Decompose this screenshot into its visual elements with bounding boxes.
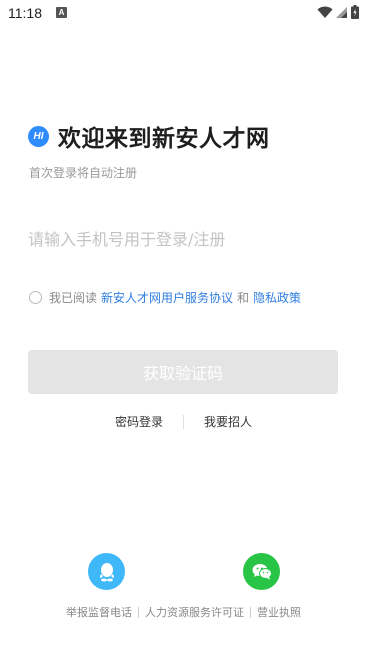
wechat-icon	[252, 564, 272, 580]
subtitle: 首次登录将自动注册	[29, 166, 138, 180]
footer-links: 举报监督电话 人力资源服务许可证 营业执照	[0, 604, 367, 620]
agreement-and: 和	[237, 291, 250, 305]
signal-icon	[336, 6, 347, 18]
battery-icon	[351, 5, 359, 19]
wifi-icon	[317, 6, 333, 18]
user-agreement-link[interactable]: 新安人才网用户服务协议	[101, 289, 233, 306]
page-title: 欢迎来到新安人才网	[58, 126, 270, 152]
app-logo: HI	[28, 125, 49, 147]
password-login-link[interactable]: 密码登录	[115, 413, 163, 430]
agreement-radio[interactable]	[29, 291, 42, 304]
agreement-row: 我已阅读 新安人才网用户服务协议 和 隐私政策	[29, 289, 305, 306]
notification-icon: A	[56, 7, 67, 18]
header: HI 欢迎来到新安人才网	[28, 119, 270, 153]
agreement-prefix: 我已阅读	[49, 291, 98, 305]
divider	[138, 606, 139, 618]
status-bar: 11:18 A	[0, 0, 367, 26]
qq-login-button[interactable]	[88, 553, 125, 590]
alt-login-links: 密码登录 我要招人	[0, 413, 367, 430]
divider	[250, 606, 251, 618]
qq-icon	[99, 562, 114, 581]
business-license-link[interactable]: 营业执照	[257, 604, 301, 620]
status-icons	[317, 5, 359, 19]
divider	[183, 414, 184, 429]
wechat-login-button[interactable]	[243, 553, 280, 590]
phone-input[interactable]	[28, 224, 338, 254]
hr-license-link[interactable]: 人力资源服务许可证	[145, 604, 244, 620]
recruit-link[interactable]: 我要招人	[204, 413, 252, 430]
get-code-button[interactable]: 获取验证码	[28, 350, 338, 394]
report-phone-link[interactable]: 举报监督电话	[66, 604, 132, 620]
privacy-policy-link[interactable]: 隐私政策	[253, 289, 301, 306]
status-time: 11:18	[8, 5, 42, 21]
